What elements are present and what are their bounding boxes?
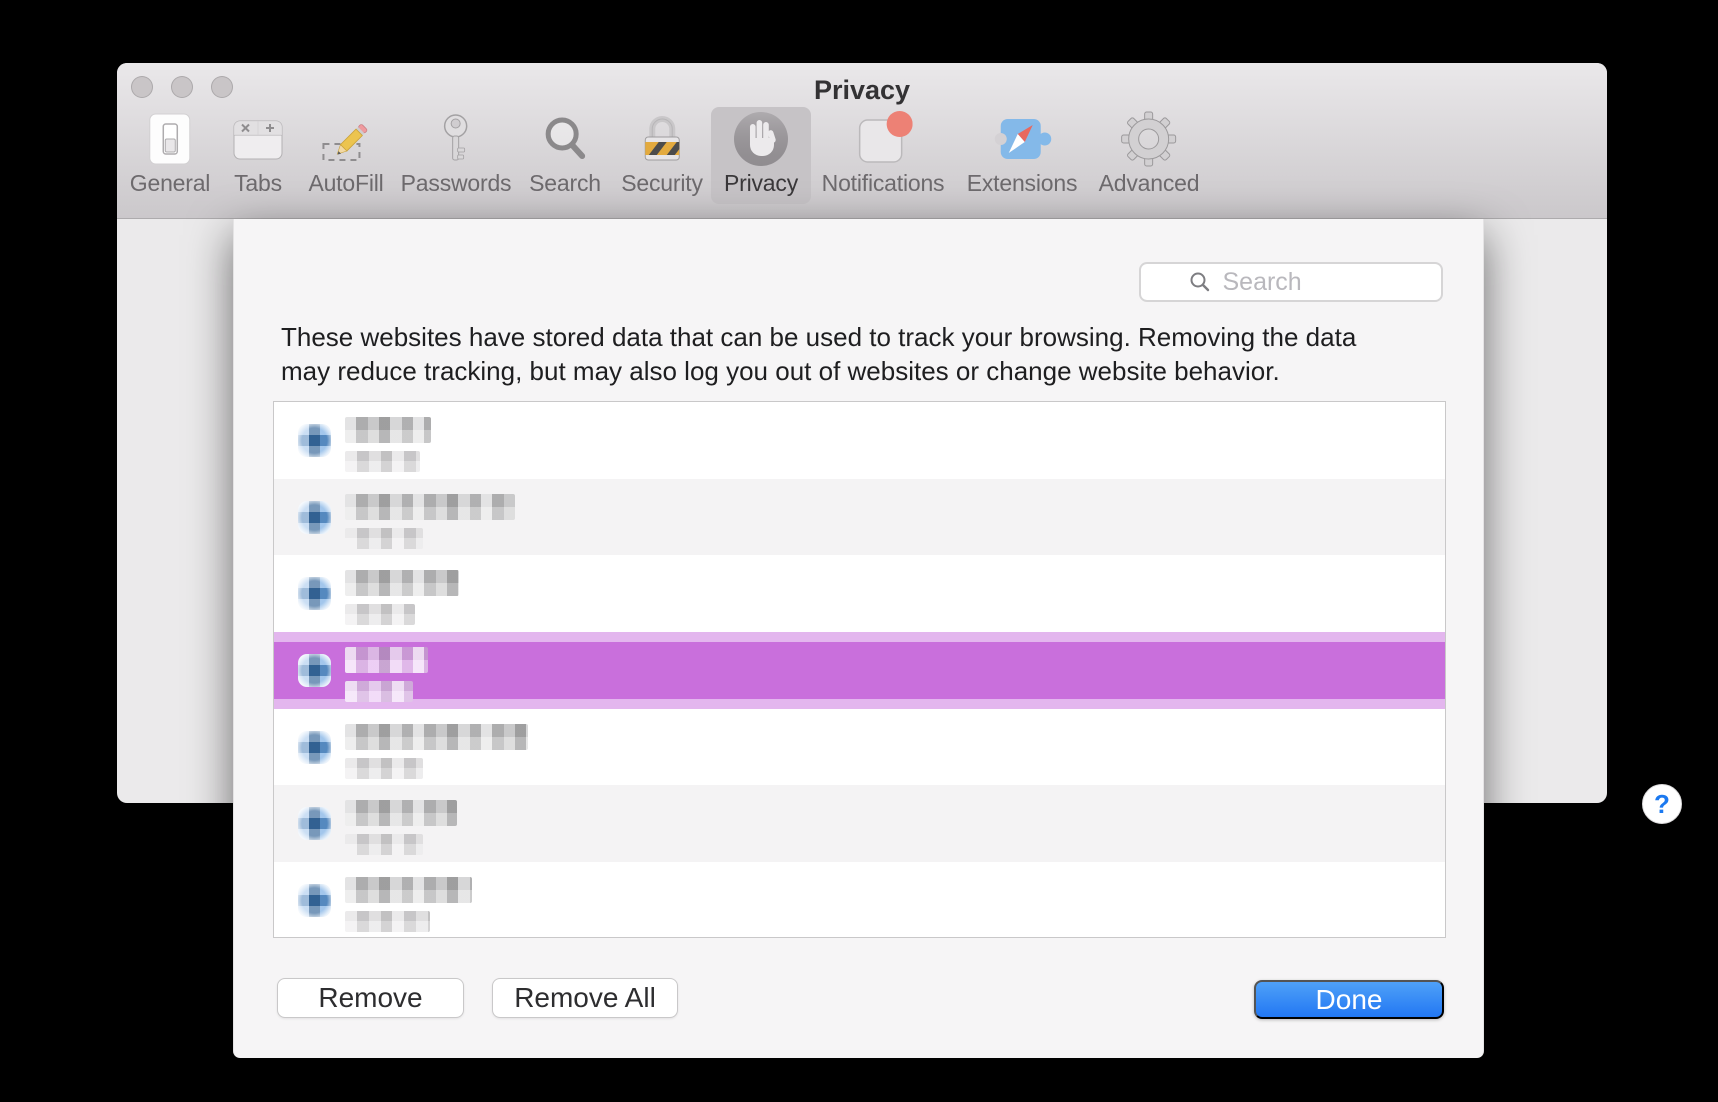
website-data-type-redacted [345, 911, 430, 932]
website-name-redacted [345, 647, 428, 673]
website-data-list[interactable] [273, 401, 1446, 938]
toolbar-item-passwords[interactable]: Passwords [388, 107, 525, 204]
toolbar-label: Notifications [822, 170, 945, 197]
extensions-puzzle-icon [992, 110, 1052, 168]
toolbar-item-notifications[interactable]: Notifications [809, 107, 958, 204]
advanced-gear-icon [1121, 110, 1177, 168]
toolbar-label: Extensions [967, 170, 1078, 197]
website-favicon-pixelated [298, 807, 331, 840]
website-row[interactable] [274, 632, 1445, 709]
search-field[interactable] [1139, 262, 1443, 302]
toolbar-label: General [130, 170, 210, 197]
search-magnifier-icon [537, 110, 593, 168]
toolbar-item-privacy[interactable]: Privacy [711, 107, 811, 204]
security-lock-icon [634, 110, 690, 168]
website-favicon-pixelated [298, 424, 331, 457]
website-name-redacted [345, 494, 515, 520]
website-row[interactable] [274, 402, 1445, 479]
desktop: { "window": { "title": "Privacy" }, "too… [0, 0, 1718, 1102]
help-button[interactable]: ? [1642, 784, 1682, 824]
website-row[interactable] [274, 862, 1445, 938]
description-line-1: These websites have stored data that can… [281, 320, 1451, 354]
toolbar-label: Advanced [1099, 170, 1200, 197]
website-row[interactable] [274, 479, 1445, 556]
website-favicon-pixelated [298, 884, 331, 917]
passwords-key-icon [428, 110, 484, 168]
website-data-type-redacted [345, 451, 420, 472]
privacy-website-data-sheet: These websites have stored data that can… [233, 219, 1484, 1058]
website-data-type-redacted [345, 681, 413, 702]
website-favicon-pixelated [298, 501, 331, 534]
toolbar-label: Search [529, 170, 601, 197]
toolbar-item-search[interactable]: Search [516, 107, 614, 204]
titlebar-toolbar: Privacy General [117, 63, 1607, 219]
toolbar-item-general[interactable]: General [117, 107, 223, 204]
website-row[interactable] [274, 555, 1445, 632]
website-data-type-redacted [345, 834, 423, 855]
toolbar-label: AutoFill [308, 170, 383, 197]
toolbar-label: Tabs [234, 170, 282, 197]
notifications-badge-icon [853, 110, 913, 168]
sheet-description: These websites have stored data that can… [281, 320, 1451, 388]
website-favicon-pixelated [298, 577, 331, 610]
website-row[interactable] [274, 785, 1445, 862]
search-input[interactable] [1221, 267, 1395, 298]
toolbar-item-autofill[interactable]: AutoFill [295, 107, 396, 204]
website-name-redacted [345, 800, 457, 826]
remove-button[interactable]: Remove [277, 978, 464, 1018]
toolbar-item-tabs[interactable]: Tabs [217, 107, 299, 204]
website-row[interactable] [274, 709, 1445, 786]
website-name-redacted [345, 417, 431, 443]
toolbar-item-advanced[interactable]: Advanced [1086, 107, 1213, 204]
tabs-window-icon [230, 110, 286, 168]
search-icon [1188, 270, 1212, 294]
window-title: Privacy [117, 75, 1607, 106]
toolbar-item-extensions[interactable]: Extensions [954, 107, 1091, 204]
toolbar-item-security[interactable]: Security [608, 107, 715, 204]
remove-all-button[interactable]: Remove All [492, 978, 678, 1018]
toolbar-label: Passwords [401, 170, 512, 197]
autofill-pencil-icon [318, 110, 374, 168]
toolbar-label: Privacy [724, 170, 798, 197]
website-data-type-redacted [345, 604, 415, 625]
website-favicon-pixelated [298, 654, 331, 687]
website-favicon-pixelated [298, 731, 331, 764]
description-line-2: may reduce tracking, but may also log yo… [281, 354, 1451, 388]
website-name-redacted [345, 724, 528, 750]
toolbar-label: Security [621, 170, 702, 197]
website-name-redacted [345, 877, 472, 903]
general-switch-icon [142, 110, 198, 168]
website-data-type-redacted [345, 528, 423, 549]
website-name-redacted [345, 570, 459, 596]
done-button[interactable]: Done [1254, 980, 1444, 1019]
privacy-hand-icon [733, 110, 789, 168]
website-data-type-redacted [345, 758, 423, 779]
